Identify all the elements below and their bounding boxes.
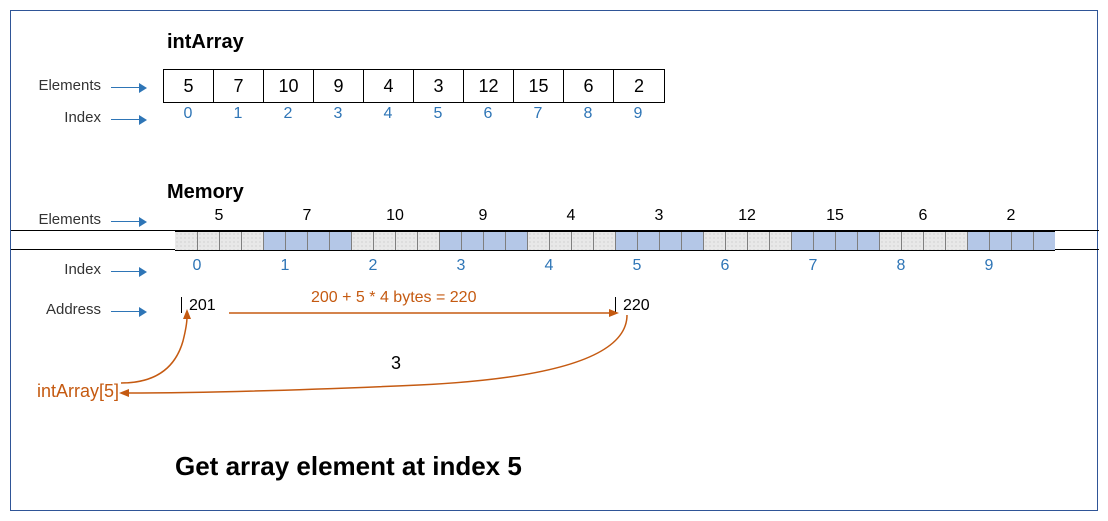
arrow-elements-2: [111, 217, 145, 227]
addr-target: 220: [623, 297, 650, 315]
array-cell: 3: [414, 70, 464, 102]
memory-value: 5: [175, 207, 263, 225]
array-cell: 2: [614, 70, 664, 102]
address-formula: 200 + 5 * 4 bytes = 220: [311, 289, 476, 307]
array-index: 0: [163, 105, 213, 123]
array-index: 3: [313, 105, 363, 123]
array-index: 2: [263, 105, 313, 123]
array-index: 1: [213, 105, 263, 123]
memory-value: 4: [527, 207, 615, 225]
memory-index: 3: [417, 257, 505, 275]
memory-value: 10: [351, 207, 439, 225]
memory-index: 2: [329, 257, 417, 275]
array-cell: 6: [564, 70, 614, 102]
arrow-index-1: [111, 115, 145, 125]
memory-value: 2: [967, 207, 1055, 225]
lookup-expression: intArray[5]: [37, 381, 119, 402]
memory-index: 8: [857, 257, 945, 275]
memory-value: 6: [879, 207, 967, 225]
label-elements-1: Elements: [21, 77, 101, 94]
arrow-index-2: [111, 267, 145, 277]
array-indices: 0 1 2 3 4 5 6 7 8 9: [163, 105, 663, 123]
label-elements-2: Elements: [21, 211, 101, 228]
memory-bytes: [175, 231, 1055, 251]
memory-value: 15: [791, 207, 879, 225]
memory-values: 5 7 10 9 4 3 12 15 6 2: [175, 207, 1055, 225]
memory-index: 5: [593, 257, 681, 275]
memory-index: 0: [153, 257, 241, 275]
array-index: 7: [513, 105, 563, 123]
memory-index: 9: [945, 257, 1033, 275]
array-index: 4: [363, 105, 413, 123]
array-index: 6: [463, 105, 513, 123]
label-index-1: Index: [21, 109, 101, 126]
memory-index: 7: [769, 257, 857, 275]
array-name-title: intArray: [167, 31, 244, 54]
array-cell: 12: [464, 70, 514, 102]
memory-index: 6: [681, 257, 769, 275]
memory-indices: 0 1 2 3 4 5 6 7 8 9: [153, 257, 1033, 275]
memory-value: 9: [439, 207, 527, 225]
memory-value: 7: [263, 207, 351, 225]
label-address: Address: [21, 301, 101, 318]
array-cells: 5 7 10 9 4 3 12 15 6 2: [163, 69, 665, 103]
array-cell: 15: [514, 70, 564, 102]
array-index: 5: [413, 105, 463, 123]
array-index: 9: [613, 105, 663, 123]
array-index: 8: [563, 105, 613, 123]
memory-value: 3: [615, 207, 703, 225]
array-cell: 10: [264, 70, 314, 102]
array-cell: 9: [314, 70, 364, 102]
memory-index: 1: [241, 257, 329, 275]
diagram-frame: intArray Elements 5 7 10 9 4 3 12 15 6 2…: [10, 10, 1098, 511]
arrow-elements-1: [111, 83, 145, 93]
diagram-caption: Get array element at index 5: [175, 451, 522, 482]
array-cell: 4: [364, 70, 414, 102]
curve-target-to-expr: [119, 315, 639, 405]
array-cell: 5: [164, 70, 214, 102]
label-index-2: Index: [21, 261, 101, 278]
memory-index: 4: [505, 257, 593, 275]
memory-title: Memory: [167, 181, 244, 204]
array-cell: 7: [214, 70, 264, 102]
memory-value: 12: [703, 207, 791, 225]
